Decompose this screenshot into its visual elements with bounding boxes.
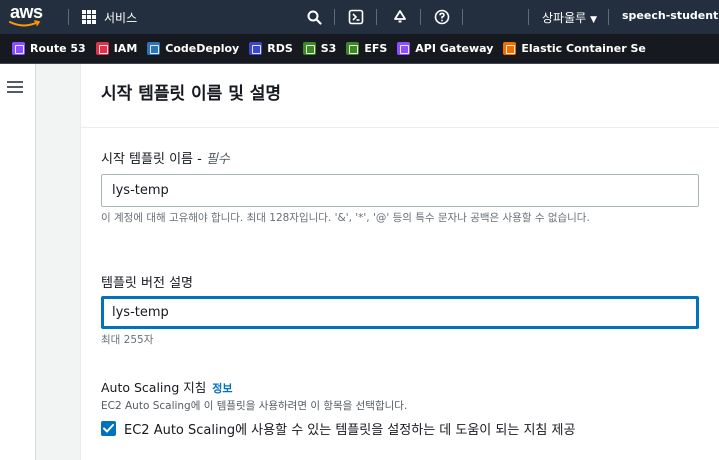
nav-divider [334, 9, 335, 25]
cloudshell-icon[interactable] [346, 7, 366, 27]
service-icon [147, 42, 161, 55]
aws-logo[interactable]: aws [8, 2, 48, 32]
auto-scaling-guidance-description: EC2 Auto Scaling에 이 템플릿을 사용하려면 이 항목을 선택합… [101, 400, 408, 412]
auto-scaling-guidance-checkbox-label: EC2 Auto Scaling에 사용할 수 있는 템플릿을 설정하는 데 도… [124, 423, 576, 438]
template-version-description-input[interactable] [101, 296, 699, 329]
nav-divider [608, 9, 609, 25]
favorite-label: EFS [364, 42, 388, 55]
template-version-description-label: 템플릿 버전 설명 [101, 276, 193, 291]
favorite-elastic-container-se[interactable]: Elastic Container Se [503, 42, 646, 55]
favorite-label: S3 [320, 42, 337, 55]
info-link[interactable]: 정보 [212, 382, 232, 395]
service-icon [95, 42, 109, 55]
favorite-label: Elastic Container Se [521, 42, 646, 55]
caret-down-icon: ▼ [590, 15, 598, 25]
service-icon [346, 42, 360, 55]
nav-divider [376, 9, 377, 25]
panel-header: 시작 템플릿 이름 및 설명 [81, 64, 719, 128]
template-name-label-text: 시작 템플릿 이름 - [101, 152, 206, 167]
checkmark-icon [103, 424, 114, 433]
menu-icon[interactable] [7, 81, 23, 93]
auto-scaling-guidance-label: Auto Scaling 지침 정보 [101, 377, 233, 396]
template-version-description-hint: 최대 255자 [101, 334, 154, 346]
nav-divider [68, 9, 69, 25]
service-icon [249, 42, 263, 55]
auto-scaling-guidance-option[interactable]: EC2 Auto Scaling에 사용할 수 있는 템플릿을 설정하는 데 도… [101, 419, 575, 438]
nav-divider [462, 9, 463, 25]
required-marker: 필수 [205, 152, 230, 167]
region-label: 상파울루 [542, 11, 587, 25]
favorite-iam[interactable]: IAM [95, 42, 138, 55]
auto-scaling-guidance-title: Auto Scaling 지침 [101, 380, 207, 395]
top-navigation: aws 서비스 상파울루▼ speech-student @ [0, 0, 719, 34]
help-icon[interactable] [432, 7, 452, 27]
favorite-label: CodeDeploy [165, 42, 240, 55]
account-menu[interactable]: speech-student @ [622, 9, 719, 22]
service-icon [12, 42, 25, 55]
template-name-input[interactable] [101, 174, 699, 207]
favorite-label: IAM [113, 42, 138, 55]
nav-divider [420, 9, 421, 25]
favorite-codedeploy[interactable]: CodeDeploy [147, 42, 239, 55]
favorites-bar: Route 53 IAM CodeDeploy RDS S3 EFS API Gateway… [0, 34, 719, 64]
services-menu[interactable]: 서비스 [104, 9, 137, 26]
auto-scaling-guidance-checkbox[interactable] [101, 421, 116, 436]
service-icon [503, 42, 517, 55]
template-name-hint: 이 계정에 대해 고유해야 합니다. 최대 128자입니다. '&', '*',… [101, 212, 590, 224]
service-icon [397, 42, 411, 55]
favorite-s3[interactable]: S3 [302, 42, 337, 55]
favorite-label: RDS [267, 42, 293, 55]
service-icon [302, 42, 316, 55]
favorite-rds[interactable]: RDS [249, 42, 293, 55]
favorite-api-gateway[interactable]: API Gateway [397, 42, 493, 55]
favorite-efs[interactable]: EFS [346, 42, 387, 55]
favorite-route-53[interactable]: Route 53 [12, 42, 86, 55]
favorite-label: Route 53 [30, 42, 86, 55]
template-name-label: 시작 템플릿 이름 - 필수 [101, 148, 230, 167]
side-navigation-rail [0, 64, 36, 460]
favorite-label: API Gateway [415, 42, 494, 55]
aws-smile-icon [9, 20, 41, 27]
nav-divider [528, 9, 529, 25]
launch-template-name-panel: 시작 템플릿 이름 및 설명 시작 템플릿 이름 - 필수 이 계정에 대해 고… [80, 64, 719, 460]
services-grid-icon[interactable] [82, 10, 96, 24]
panel-title: 시작 템플릿 이름 및 설명 [101, 84, 282, 104]
region-selector[interactable]: 상파울루 ▼ [542, 9, 597, 26]
notifications-bell-icon[interactable] [390, 7, 410, 27]
search-icon[interactable] [304, 7, 324, 27]
